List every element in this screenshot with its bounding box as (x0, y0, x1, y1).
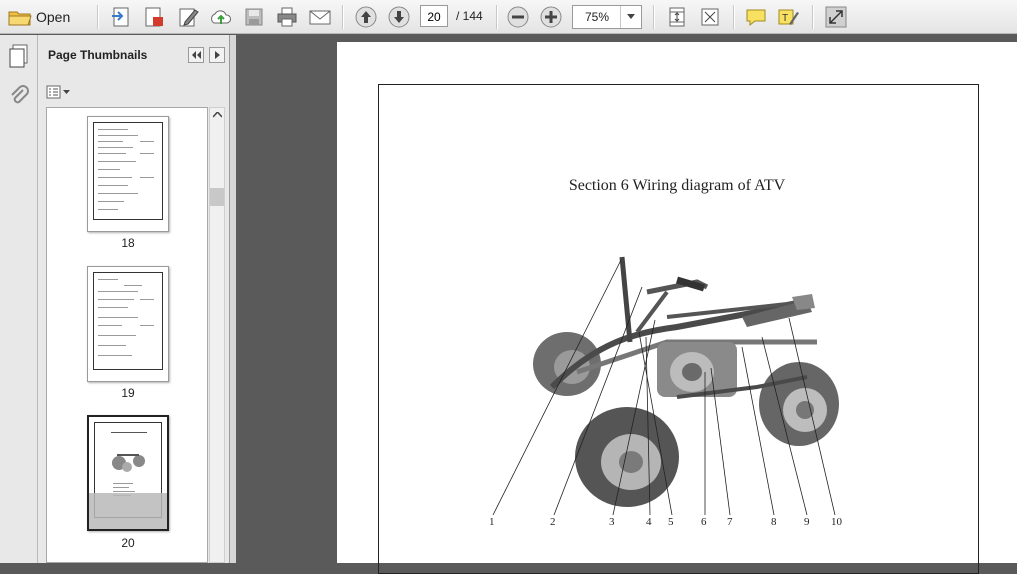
save-button[interactable] (241, 4, 267, 30)
envelope-icon (309, 10, 331, 25)
print-button[interactable] (274, 4, 300, 30)
callout-label: 1 (489, 516, 495, 528)
callout-label: 2 (550, 516, 556, 528)
thumbnail-page-20[interactable] (87, 415, 169, 531)
atv-illustration (492, 256, 839, 516)
thumbnail-label: 19 (121, 386, 135, 400)
callout-label: 7 (727, 516, 733, 528)
chevron-up-icon[interactable] (213, 112, 222, 118)
create-pdf-icon (112, 7, 129, 27)
arrow-down-icon (388, 6, 410, 28)
callout-label: 10 (831, 516, 842, 528)
thumbnail-page-18[interactable] (87, 116, 169, 232)
callout-label: 8 (771, 516, 777, 528)
chevron-down-icon[interactable] (620, 6, 641, 28)
zoom-value: 75% (585, 10, 610, 24)
page-thumbnails-tab[interactable] (7, 43, 31, 74)
edit-pdf-button[interactable] (175, 4, 201, 30)
pdf-icon (145, 7, 163, 27)
upload-button[interactable] (208, 4, 234, 30)
highlight-button[interactable]: T (776, 4, 802, 30)
collapse-panel-button[interactable] (188, 47, 204, 63)
zoom-out-button[interactable] (505, 4, 531, 30)
arrow-up-icon (355, 6, 377, 28)
speech-bubble-icon (746, 9, 766, 27)
thumbnail-scrollbar[interactable] (209, 107, 225, 563)
callout-label: 3 (609, 516, 615, 528)
folder-icon (8, 11, 32, 26)
expand-button[interactable] (823, 4, 849, 30)
edit-icon (179, 8, 199, 27)
cloud-upload-icon (211, 10, 231, 24)
fit-page-icon (669, 7, 685, 27)
callout-label: 9 (804, 516, 810, 528)
print-icon (277, 7, 297, 27)
zoom-in-button[interactable] (538, 4, 564, 30)
thumbnail-list[interactable]: 18 19 20 (46, 107, 208, 563)
next-page-button[interactable] (386, 4, 412, 30)
svg-text:T: T (782, 13, 788, 24)
attachments-tab[interactable] (8, 85, 30, 114)
expand-icon (701, 8, 719, 26)
plus-icon (540, 6, 562, 28)
thumbnail-page-19[interactable] (87, 266, 169, 382)
open-button[interactable]: Open (8, 4, 70, 30)
double-chevron-left-icon (192, 51, 201, 59)
thumbnail-label: 18 (121, 236, 135, 250)
close-panel-button[interactable] (209, 47, 225, 63)
toolbar: Open 20 / 144 75% T (0, 0, 1017, 34)
export-pdf-button[interactable] (141, 4, 167, 30)
thumbnail-options-button[interactable] (46, 83, 74, 101)
email-button[interactable] (307, 4, 333, 30)
comment-button[interactable] (743, 4, 769, 30)
full-screen-button[interactable] (697, 4, 723, 30)
create-button[interactable] (108, 4, 134, 30)
page-number-input[interactable]: 20 (420, 5, 448, 27)
navigation-strip (0, 35, 38, 563)
minus-icon (507, 6, 529, 28)
highlighter-icon: T (778, 9, 799, 25)
callout-label: 5 (668, 516, 674, 528)
panel-title: Page Thumbnails (48, 48, 148, 62)
thumbnails-panel: Page Thumbnails 18 19 20 (38, 35, 230, 563)
chevron-right-icon (215, 51, 220, 59)
thumbnail-label: 20 (121, 536, 135, 550)
fit-page-button[interactable] (664, 4, 690, 30)
document-page: Section 6 Wiring diagram of ATV 1 2 3 4 … (337, 42, 1017, 574)
zoom-select[interactable]: 75% (572, 5, 642, 29)
open-label: Open (36, 9, 71, 25)
paperclip-icon (11, 85, 29, 104)
previous-page-button[interactable] (353, 4, 379, 30)
panel-splitter[interactable] (230, 35, 236, 563)
save-icon (245, 8, 263, 26)
atv-thumbnail-icon (112, 454, 145, 472)
options-menu-icon (46, 85, 70, 99)
callout-label: 4 (646, 516, 652, 528)
callout-label: 6 (701, 516, 707, 528)
scrollbar-thumb[interactable] (210, 188, 224, 206)
viewport-indicator[interactable] (89, 493, 167, 529)
expand-arrows-icon (825, 6, 847, 28)
pages-icon (9, 44, 28, 68)
page-total: / 144 (456, 9, 483, 23)
